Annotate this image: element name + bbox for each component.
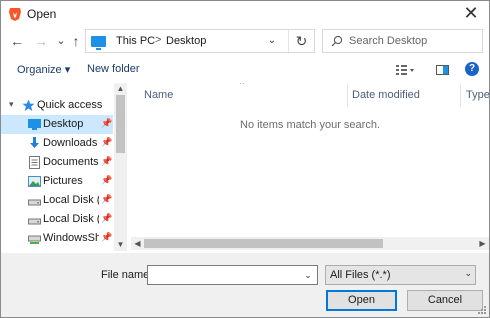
pin-icon: 📌: [101, 118, 113, 128]
sidebar-item-windowsshare[interactable]: WindowsShar 📌: [1, 229, 113, 248]
sidebar-item-pictures[interactable]: Pictures 📌: [1, 172, 113, 191]
empty-state-message: No items match your search.: [240, 119, 380, 131]
pin-icon: 📌: [101, 175, 113, 185]
preview-pane-icon[interactable]: [435, 61, 451, 79]
search-input[interactable]: [349, 33, 479, 49]
resize-grip-icon[interactable]: [477, 305, 487, 315]
documents-icon: [29, 156, 40, 169]
breadcrumb-desktop[interactable]: Desktop: [166, 35, 206, 47]
brave-lion-icon: [9, 8, 21, 21]
file-name-label: File name:: [101, 269, 153, 281]
cancel-button[interactable]: Cancel: [407, 290, 483, 311]
up-button[interactable]: ↑: [67, 31, 85, 51]
sidebar-item-label: Documents: [43, 156, 99, 168]
back-button[interactable]: ←: [8, 31, 26, 51]
sidebar-item-downloads[interactable]: Downloads 📌: [1, 134, 113, 153]
pin-icon: 📌: [101, 156, 113, 166]
column-header-type[interactable]: Type: [466, 89, 489, 101]
sidebar-item-desktop[interactable]: Desktop 📌: [1, 115, 113, 134]
column-divider[interactable]: [460, 83, 461, 107]
open-button[interactable]: Open: [326, 290, 397, 311]
chevron-down-icon: ⌄: [464, 268, 472, 278]
download-icon: [30, 137, 39, 148]
sidebar-item-quick-access[interactable]: ▾ Quick access: [1, 96, 113, 115]
scroll-right-arrow-icon[interactable]: ▶: [476, 237, 489, 250]
this-pc-icon: [91, 36, 106, 50]
file-type-value: All Files (*.*): [330, 269, 391, 281]
file-name-combobox[interactable]: ⌄: [147, 265, 318, 285]
sidebar-item-label: Local Disk (D:: [43, 194, 99, 206]
sidebar-scrollbar[interactable]: ▲ ▼: [114, 83, 127, 251]
column-header-date-modified[interactable]: Date modified: [352, 89, 420, 101]
pin-icon: 📌: [101, 232, 113, 242]
file-name-dropdown-icon[interactable]: ⌄: [301, 267, 315, 283]
search-box[interactable]: [322, 29, 483, 53]
dialog-footer: File name: ⌄ All Files (*.*) ⌄ Open Canc…: [1, 253, 489, 317]
pictures-icon: [28, 176, 41, 187]
sidebar-item-label: Desktop: [43, 118, 84, 130]
forward-button[interactable]: →: [32, 31, 50, 51]
star-icon: [22, 99, 35, 111]
close-button[interactable]: ✕: [453, 1, 489, 27]
drive-icon: [28, 199, 41, 206]
command-bar: Organize ▾ New folder ?: [1, 58, 489, 82]
pin-icon: 📌: [101, 213, 113, 223]
view-options-icon[interactable]: [394, 61, 416, 79]
file-type-select[interactable]: All Files (*.*) ⌄: [325, 265, 476, 285]
column-header-name[interactable]: Name: [144, 89, 173, 101]
organize-button[interactable]: Organize ▾: [17, 63, 70, 76]
search-icon: [331, 35, 343, 47]
navigation-bar: ← → ⌄ ↑ This PC > Desktop ⌄ ↻: [1, 28, 489, 54]
file-list-scrollbar-thumb[interactable]: [144, 239, 383, 248]
pin-icon: 📌: [101, 194, 113, 204]
scroll-up-arrow-icon[interactable]: ▲: [114, 83, 127, 95]
scroll-down-arrow-icon[interactable]: ▼: [114, 239, 127, 251]
scroll-left-arrow-icon[interactable]: ◀: [131, 237, 144, 250]
help-button[interactable]: ?: [465, 62, 479, 76]
breadcrumb-this-pc[interactable]: This PC: [116, 35, 155, 47]
desktop-icon: [28, 119, 41, 130]
refresh-button[interactable]: ↻: [288, 30, 314, 54]
column-divider[interactable]: [347, 83, 348, 107]
file-list-scrollbar[interactable]: ◀ ▶: [131, 237, 489, 250]
sidebar-item-label: Downloads: [43, 137, 98, 149]
new-folder-button[interactable]: New folder: [87, 63, 140, 75]
drive-icon: [28, 218, 41, 225]
network-drive-icon: [28, 235, 41, 244]
sidebar-item-label: Local Disk (C:): [43, 213, 99, 225]
window-title: Open: [27, 7, 57, 21]
breadcrumb-separator[interactable]: >: [155, 34, 161, 46]
sidebar-item-label: WindowsShar: [43, 232, 99, 244]
sidebar-item-label: Pictures: [43, 175, 83, 187]
sidebar-item-local-disk-c[interactable]: Local Disk (C:) 📌: [1, 210, 113, 229]
sidebar-scrollbar-thumb[interactable]: [116, 95, 125, 153]
navigation-pane: ▾ Quick access Desktop 📌 Downloads 📌 Doc…: [1, 83, 127, 251]
file-list: ^ Name Date modified Type No items match…: [131, 83, 489, 251]
address-bar[interactable]: This PC > Desktop ⌄ ↻: [85, 29, 315, 54]
sidebar-item-local-disk-d[interactable]: Local Disk (D: 📌: [1, 191, 113, 210]
sidebar-item-label: Quick access: [37, 99, 103, 111]
title-bar: Open ✕: [1, 1, 489, 27]
open-file-dialog: Open ✕ ← → ⌄ ↑ This PC > Desktop ⌄ ↻ Org…: [0, 0, 490, 318]
pin-icon: 📌: [101, 137, 113, 147]
sidebar-item-documents[interactable]: Documents 📌: [1, 153, 113, 172]
address-dropdown-icon[interactable]: ⌄: [262, 30, 282, 52]
sort-caret-icon: ^: [240, 83, 244, 89]
expand-chevron-icon[interactable]: ▾: [9, 99, 14, 110]
